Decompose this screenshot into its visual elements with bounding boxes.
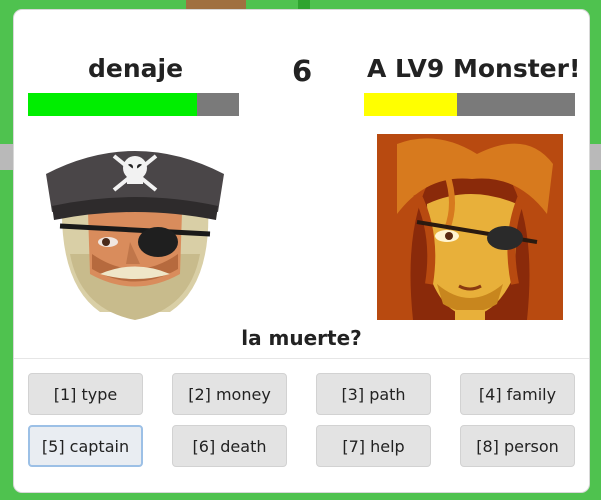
answer-button-3[interactable]: [3] path bbox=[316, 373, 431, 415]
eyepatch-woman-icon bbox=[377, 134, 563, 320]
opponent-name: A LV9 Monster! bbox=[367, 54, 581, 83]
player-health-bar bbox=[28, 93, 239, 116]
answer-button-8[interactable]: [8] person bbox=[460, 425, 575, 467]
question-text: la muerte? bbox=[241, 326, 362, 350]
opponent-health-bar bbox=[364, 93, 575, 116]
answer-button-4[interactable]: [4] family bbox=[460, 373, 575, 415]
answer-button-6[interactable]: [6] death bbox=[172, 425, 287, 467]
player-name: denaje bbox=[88, 54, 184, 83]
answer-button-1[interactable]: [1] type bbox=[28, 373, 143, 415]
answer-button-5[interactable]: [5] captain bbox=[28, 425, 143, 467]
answer-button-7[interactable]: [7] help bbox=[316, 425, 431, 467]
divider bbox=[14, 358, 589, 359]
round-counter: 6 bbox=[292, 54, 313, 88]
pirate-captain-icon bbox=[46, 151, 224, 320]
player-health-fill bbox=[28, 93, 197, 116]
answer-button-2[interactable]: [2] money bbox=[172, 373, 287, 415]
opponent-health-fill bbox=[364, 93, 457, 116]
battle-dialog: denaje 6 A LV9 Monster! la muerte? [1] t… bbox=[14, 10, 589, 492]
